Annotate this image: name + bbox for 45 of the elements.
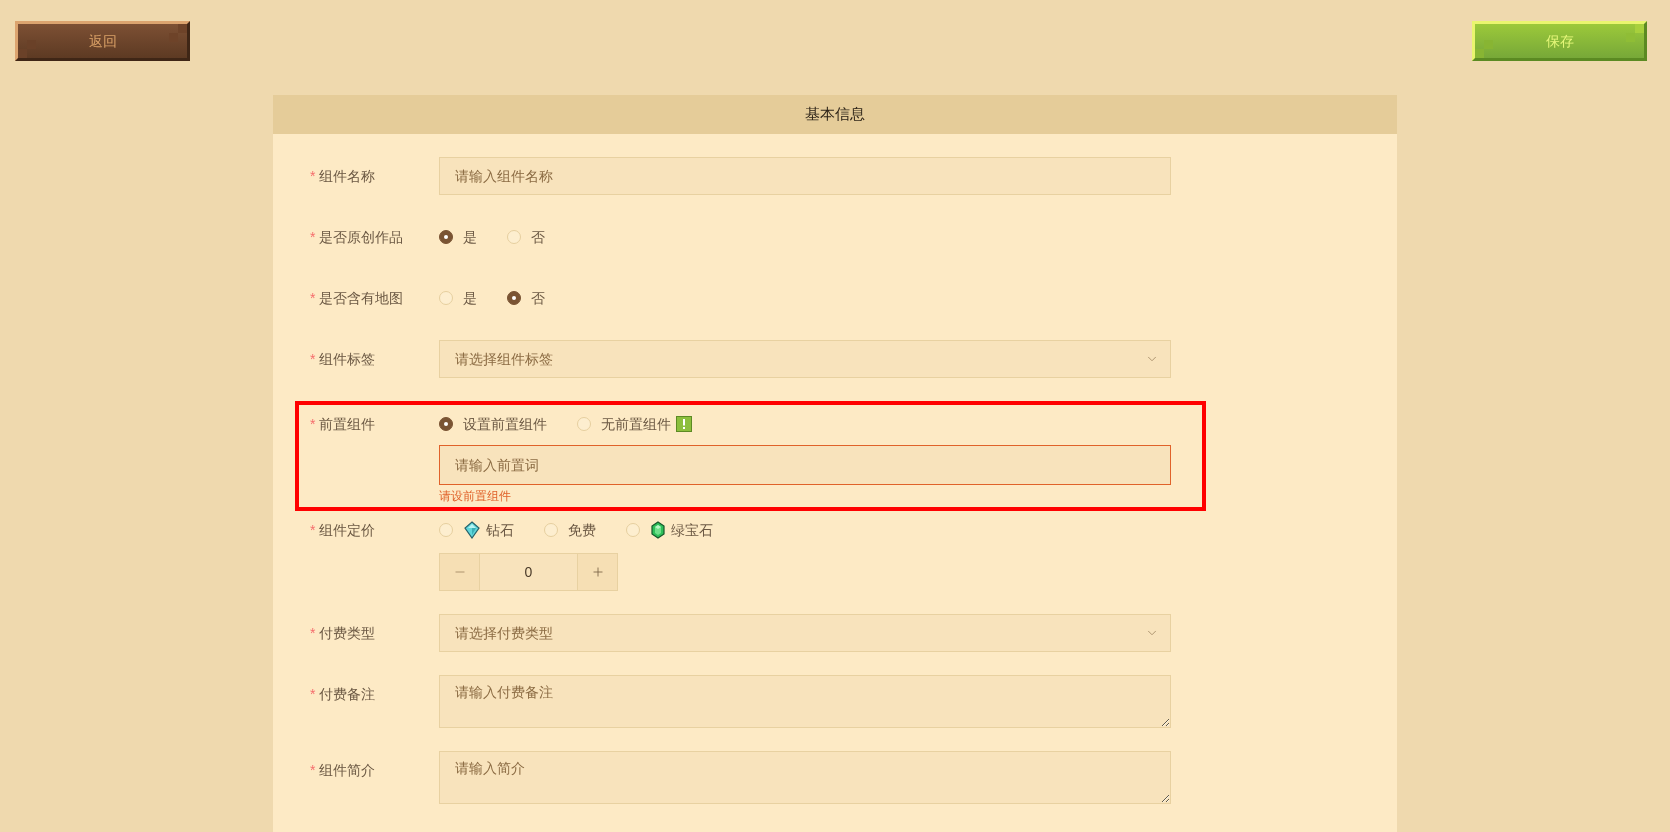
- field-label: 组件定价: [319, 520, 376, 540]
- required-mark: *: [310, 349, 316, 369]
- required-mark: *: [310, 166, 316, 186]
- radio-button[interactable]: [507, 291, 521, 305]
- textarea-field[interactable]: 请输入简介: [439, 751, 1171, 804]
- warning-icon: [676, 416, 692, 432]
- text-input[interactable]: 请输入前置词: [439, 445, 1171, 485]
- select-field[interactable]: 请选择组件标签: [439, 340, 1171, 378]
- required-mark: *: [310, 520, 316, 540]
- textarea-field[interactable]: 请输入付费备注: [439, 675, 1171, 728]
- field-label: 组件标签: [319, 349, 376, 369]
- required-mark: *: [310, 623, 316, 643]
- plus-icon: [590, 565, 605, 579]
- field-label: 组件名称: [319, 166, 376, 186]
- back-button[interactable]: 返回: [15, 21, 190, 61]
- field-label: 组件简介: [319, 760, 376, 780]
- field-label: 付费类型: [319, 623, 376, 643]
- decrement-button[interactable]: [439, 553, 480, 591]
- field-label: 是否原创作品: [319, 227, 404, 247]
- required-mark: *: [310, 414, 316, 434]
- emerald-icon: [650, 521, 666, 539]
- error-message: 请设前置组件: [439, 490, 511, 502]
- field-label: 是否含有地图: [319, 288, 404, 308]
- select-field[interactable]: 请选择付费类型: [439, 614, 1171, 652]
- increment-button[interactable]: [577, 553, 618, 591]
- required-mark: *: [310, 684, 316, 704]
- radio-label[interactable]: 设置前置组件: [463, 413, 547, 435]
- required-mark: *: [310, 227, 316, 247]
- diamond-icon: [463, 521, 481, 539]
- required-mark: *: [310, 288, 316, 308]
- radio-label[interactable]: 否: [531, 287, 545, 309]
- radio-label[interactable]: 是: [463, 226, 477, 248]
- radio-button[interactable]: [439, 417, 453, 431]
- radio-label[interactable]: 否: [531, 226, 545, 248]
- required-mark: *: [310, 760, 316, 780]
- panel-title: 基本信息: [805, 104, 865, 125]
- number-field[interactable]: 0: [480, 553, 577, 591]
- field-label: 付费备注: [319, 684, 376, 704]
- field-label: 前置组件: [319, 414, 376, 434]
- radio-label[interactable]: 免费: [568, 519, 596, 541]
- radio-label[interactable]: 绿宝石: [671, 519, 713, 541]
- radio-label[interactable]: 无前置组件: [601, 413, 671, 435]
- radio-label[interactable]: 是: [463, 287, 477, 309]
- radio-label[interactable]: 钻石: [486, 519, 514, 541]
- radio-button[interactable]: [439, 230, 453, 244]
